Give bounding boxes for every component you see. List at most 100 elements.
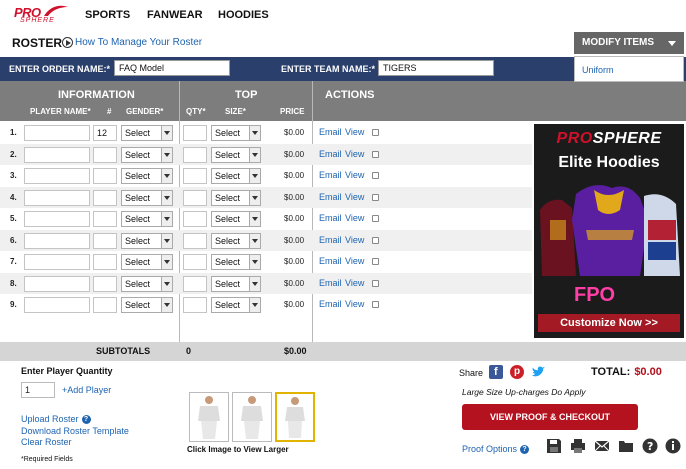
view-link[interactable]: View [345, 235, 364, 245]
view-proof-checkout-button[interactable]: VIEW PROOF & CHECKOUT [462, 404, 638, 430]
email-link[interactable]: Email [319, 278, 342, 288]
gender-select[interactable]: Select [121, 189, 173, 206]
email-link[interactable]: Email [319, 192, 342, 202]
size-select[interactable]: Select [211, 125, 261, 141]
gender-select[interactable]: Select [121, 211, 173, 227]
row-checkbox[interactable] [372, 301, 379, 308]
view-link[interactable]: View [345, 127, 364, 137]
uniform-thumb-back[interactable] [232, 392, 272, 442]
qty-input[interactable] [183, 297, 207, 313]
info-icon[interactable] [665, 438, 681, 454]
player-name-input[interactable] [24, 297, 90, 313]
email-link[interactable]: Email [319, 149, 342, 159]
email-link[interactable]: Email [319, 213, 342, 223]
row-checkbox[interactable] [372, 129, 379, 136]
help-circle-icon[interactable]: ? [642, 438, 658, 454]
team-name-input[interactable]: TIGERS [378, 60, 494, 76]
size-select[interactable]: Select [211, 168, 261, 184]
customize-now-button[interactable]: Customize Now >> [538, 314, 680, 332]
row-checkbox[interactable] [372, 215, 379, 222]
folder-icon[interactable] [618, 438, 634, 454]
player-name-input[interactable] [24, 168, 90, 184]
qty-input[interactable] [183, 189, 207, 206]
size-select[interactable]: Select [211, 146, 261, 163]
help-icon[interactable]: ? [81, 415, 91, 425]
player-name-input[interactable] [24, 232, 90, 249]
clear-roster-link[interactable]: Clear Roster [21, 437, 72, 447]
upload-roster-link[interactable]: Upload Roster? [21, 414, 91, 425]
size-select[interactable]: Select [211, 189, 261, 206]
size-select[interactable]: Select [211, 211, 261, 227]
jersey-number-input[interactable] [93, 146, 117, 163]
size-select[interactable]: Select [211, 297, 261, 313]
row-checkbox[interactable] [372, 236, 379, 244]
gender-select[interactable]: Select [121, 254, 173, 270]
player-name-input[interactable] [24, 211, 90, 227]
jersey-number-input[interactable]: 12 [93, 125, 117, 141]
prosphere-logo[interactable]: PRO SPHERE [12, 4, 70, 26]
player-name-input[interactable] [24, 189, 90, 206]
player-qty-input[interactable]: 1 [21, 382, 55, 398]
jersey-number-input[interactable] [93, 254, 117, 270]
view-link[interactable]: View [345, 192, 364, 202]
modify-items-button[interactable]: MODIFY ITEMS [574, 32, 684, 54]
row-checkbox[interactable] [372, 172, 379, 179]
player-name-input[interactable] [24, 146, 90, 163]
qty-input[interactable] [183, 254, 207, 270]
jersey-number-input[interactable] [93, 168, 117, 184]
row-checkbox[interactable] [372, 150, 379, 158]
gender-select[interactable]: Select [121, 297, 173, 313]
gender-select[interactable]: Select [121, 275, 173, 292]
view-link[interactable]: View [345, 278, 364, 288]
row-checkbox[interactable] [372, 193, 379, 201]
order-name-input[interactable]: FAQ Model [114, 60, 230, 76]
email-link[interactable]: Email [319, 299, 342, 309]
qty-input[interactable] [183, 232, 207, 249]
email-link[interactable]: Email [319, 170, 342, 180]
download-template-link[interactable]: Download Roster Template [21, 426, 129, 436]
qty-input[interactable] [183, 125, 207, 141]
uniform-thumb-front[interactable] [189, 392, 229, 442]
email-link[interactable]: Email [319, 256, 342, 266]
jersey-number-input[interactable] [93, 232, 117, 249]
jersey-number-input[interactable] [93, 189, 117, 206]
size-select[interactable]: Select [211, 254, 261, 270]
uniform-thumb-side[interactable] [275, 392, 315, 442]
size-select[interactable]: Select [211, 275, 261, 292]
jersey-number-input[interactable] [93, 275, 117, 292]
view-link[interactable]: View [345, 170, 364, 180]
view-link[interactable]: View [345, 149, 364, 159]
row-checkbox[interactable] [372, 279, 379, 287]
pinterest-icon[interactable]: p [510, 365, 524, 379]
email-icon[interactable] [594, 438, 610, 454]
nav-fanwear[interactable]: FANWEAR [147, 9, 203, 21]
qty-input[interactable] [183, 211, 207, 227]
gender-select[interactable]: Select [121, 168, 173, 184]
jersey-number-input[interactable] [93, 297, 117, 313]
gender-select[interactable]: Select [121, 125, 173, 141]
help-icon[interactable]: ? [520, 445, 530, 455]
facebook-icon[interactable]: f [489, 365, 503, 379]
elite-hoodies-ad[interactable]: PROSPHERE Elite Hoodies FPO Customize No… [534, 124, 684, 338]
view-link[interactable]: View [345, 213, 364, 223]
nav-sports[interactable]: SPORTS [85, 9, 130, 21]
menu-item-uniform[interactable]: Uniform [582, 65, 614, 75]
nav-hoodies[interactable]: HOODIES [218, 9, 269, 21]
twitter-icon[interactable] [531, 365, 545, 379]
size-select[interactable]: Select [211, 232, 261, 249]
qty-input[interactable] [183, 146, 207, 163]
print-icon[interactable] [570, 438, 586, 454]
qty-input[interactable] [183, 275, 207, 292]
view-link[interactable]: View [345, 299, 364, 309]
row-checkbox[interactable] [372, 258, 379, 265]
gender-select[interactable]: Select [121, 232, 173, 249]
email-link[interactable]: Email [319, 127, 342, 137]
howto-link[interactable]: How To Manage Your Roster [62, 37, 202, 48]
proof-options-link[interactable]: Proof Options? [462, 444, 530, 455]
save-icon[interactable] [546, 438, 562, 454]
player-name-input[interactable] [24, 275, 90, 292]
gender-select[interactable]: Select [121, 146, 173, 163]
view-link[interactable]: View [345, 256, 364, 266]
jersey-number-input[interactable] [93, 211, 117, 227]
qty-input[interactable] [183, 168, 207, 184]
